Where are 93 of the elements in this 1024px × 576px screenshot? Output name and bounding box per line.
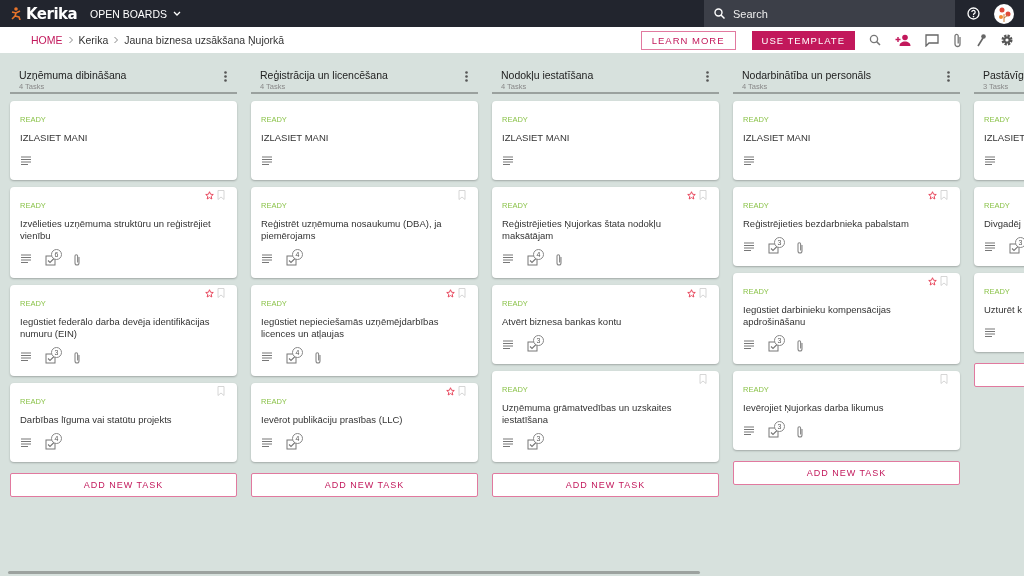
checklist-icon [768, 240, 779, 254]
checklist-icon [1009, 240, 1020, 254]
column-title: Reģistrācija un licencēšana [260, 69, 388, 81]
star-icon[interactable] [687, 190, 696, 200]
task-title: IZLASIET MANI [743, 132, 812, 144]
checklist-icon [527, 252, 538, 266]
breadcrumb-link[interactable]: HOME [31, 34, 63, 46]
scrollbar[interactable] [8, 571, 700, 574]
add-task-button[interactable]: ADD NEW TASK [492, 473, 719, 497]
checklist-icon [286, 350, 297, 364]
task-title: Reģistrējieties bezdarbnieka pabalstam [743, 218, 910, 230]
column-title: Pastāvīg [983, 69, 1024, 81]
description-icon [261, 254, 273, 264]
checklist-icon [527, 338, 538, 352]
task-title: Atvērt biznesa bankas kontu [502, 316, 623, 328]
column-title: Nodarbinātība un personāls [742, 69, 871, 81]
task-title: IZLASIET MANI [502, 132, 571, 144]
task-title: Izvēlieties uzņēmuma struktūru un reģistrējiet vienību [20, 218, 212, 242]
settings-icon[interactable] [1000, 33, 1014, 47]
learn-more-button[interactable]: LEARN MORE [640, 30, 736, 50]
description-icon [743, 242, 755, 252]
checklist-icon [45, 252, 56, 266]
column-title: Nodokļu iestatīšana [501, 69, 594, 81]
checklist-icon [527, 436, 538, 450]
chevron-down-icon [173, 11, 182, 16]
checklist-icon [286, 436, 297, 450]
chevron-icon [67, 36, 74, 44]
avatar[interactable] [994, 3, 1014, 24]
help-icon[interactable] [967, 7, 980, 20]
open-boards-menu[interactable]: OPEN BOARDS [90, 7, 182, 20]
star-icon[interactable] [928, 276, 937, 286]
task-title: IZLASIET MANI [261, 132, 330, 144]
task-title: Reģistrējieties Ņujorkas štata nodokļu maksātājam [502, 218, 662, 242]
more-icon[interactable] [224, 71, 227, 82]
star-icon[interactable] [446, 288, 455, 298]
description-icon [743, 426, 755, 436]
description-icon [984, 242, 996, 252]
add-task-button[interactable]: ADD NEW TASK [251, 473, 478, 497]
column-title: Uzņēmuma dibināšana [19, 69, 127, 81]
add-task-button[interactable]: ADD NEW TASK [733, 461, 960, 485]
breadcrumb-link[interactable]: Jauna biznesa uzsākšana Ņujorkā [124, 34, 285, 46]
description-icon [261, 438, 273, 448]
checklist-icon [768, 338, 779, 352]
chat-icon[interactable] [925, 33, 939, 47]
star-icon[interactable] [205, 288, 214, 298]
description-icon [261, 352, 273, 362]
description-icon [743, 156, 755, 166]
search-icon[interactable] [869, 34, 881, 46]
description-icon [984, 156, 996, 166]
task-title: Ievērot publikāciju prasības (LLC) [261, 414, 404, 426]
description-icon [502, 438, 514, 448]
task-title: Ievērojiet Ņujorkas darba likumus [743, 402, 885, 414]
add-task-button[interactable]: ADD NEW TASK [10, 473, 237, 497]
task-title: Uzņēmuma grāmatvedības un uzskaites iestatīšana [502, 402, 673, 426]
breadcrumb-link[interactable]: Kerika [78, 34, 109, 46]
description-icon [20, 156, 32, 166]
task-title: Darbības līguma vai statūtu projekts [20, 414, 173, 426]
description-icon [502, 340, 514, 350]
description-icon [502, 156, 514, 166]
chevron-icon [113, 36, 120, 44]
star-icon[interactable] [928, 190, 937, 200]
description-icon [261, 156, 273, 166]
add-person-icon[interactable] [895, 34, 911, 46]
wrench-icon[interactable] [976, 33, 986, 47]
description-icon [743, 340, 755, 350]
checklist-icon [286, 252, 297, 266]
star-icon[interactable] [687, 288, 696, 298]
checklist-icon [45, 350, 56, 364]
more-icon[interactable] [465, 71, 468, 82]
task-title: Iegūstiet federālo darba devēja identifikācijas numuru (EIN) [20, 316, 211, 340]
search-field[interactable]: Search [704, 0, 955, 27]
description-icon [984, 328, 996, 338]
description-icon [20, 438, 32, 448]
runner-logo-icon [10, 7, 22, 20]
paperclip-icon[interactable] [953, 32, 962, 48]
more-icon[interactable] [947, 71, 950, 82]
use-template-button[interactable]: USE TEMPLATE [751, 30, 855, 50]
task-title: IZLASIET MANI [20, 132, 89, 144]
checklist-icon [45, 436, 56, 450]
task-title: Iegūstiet darbinieku kompensācijas apdrošināšanu [743, 304, 892, 328]
description-icon [502, 254, 514, 264]
logo[interactable]: Kerika [26, 4, 78, 23]
description-icon [20, 254, 32, 264]
task-title: Uzturēt k [984, 304, 1023, 316]
checklist-icon [768, 424, 779, 438]
star-icon[interactable] [205, 190, 214, 200]
search-icon [714, 8, 725, 19]
task-title: Iegūstiet nepieciešamās uzņēmējdarbības licences un atļaujas [261, 316, 440, 340]
more-icon[interactable] [706, 71, 709, 82]
description-icon [20, 352, 32, 362]
star-icon[interactable] [446, 386, 455, 396]
task-title: Divgadēj [984, 218, 1022, 230]
task-title: Reģistrēt uzņēmuma nosaukumu (DBA), ja piemērojams [261, 218, 443, 242]
